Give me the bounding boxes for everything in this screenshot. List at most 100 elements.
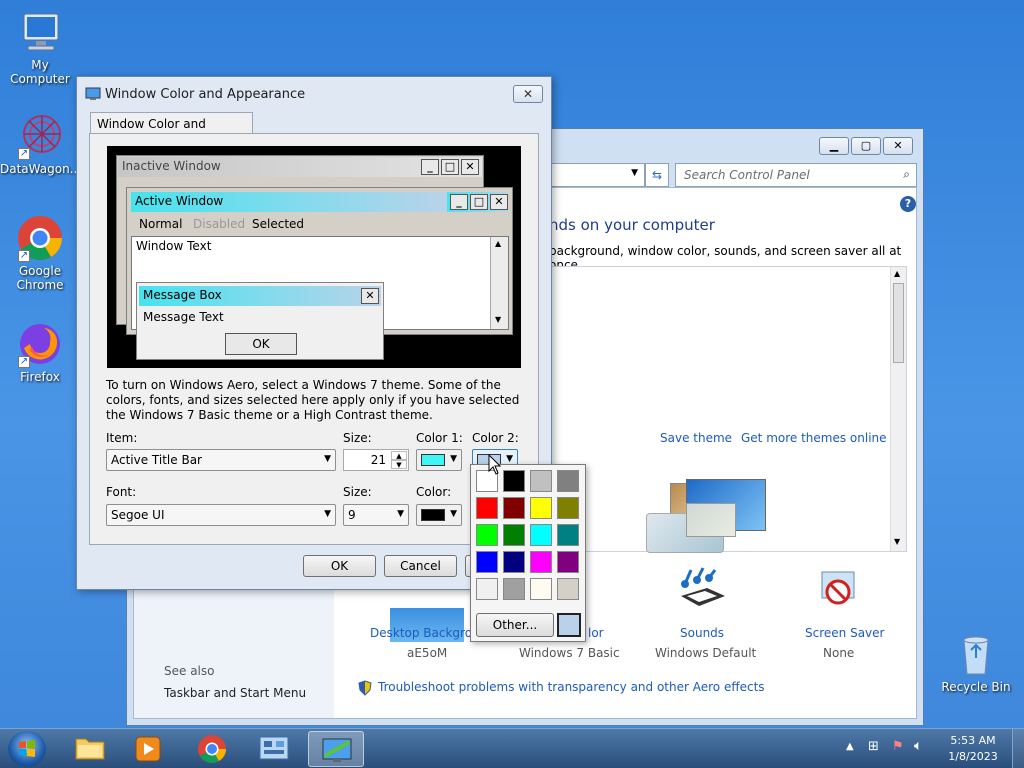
chevron-down-icon: ▼ — [631, 168, 638, 178]
color-swatch[interactable] — [530, 551, 552, 573]
address-bar[interactable]: ▼ — [551, 163, 645, 187]
item-size-spinner[interactable]: 21 ▲ ▼ — [343, 449, 409, 471]
search-input[interactable]: Search Control Panel ⌕ — [675, 163, 917, 187]
color-swatch[interactable] — [503, 470, 525, 492]
current-color-swatch — [557, 613, 581, 637]
color1-button[interactable]: ▼ — [416, 449, 462, 471]
datawagon-icon: ↗ — [16, 112, 64, 160]
minimize-icon: _ — [421, 159, 439, 175]
close-icon: ✕ — [461, 159, 479, 175]
font-size-select[interactable]: 9 ▼ — [343, 504, 409, 526]
window-color-link[interactable]: lor — [588, 626, 604, 640]
tab-window-color-appearance[interactable]: Window Color and Appearance — [90, 112, 253, 145]
desktop-icon-label: Firefox — [20, 370, 60, 384]
refresh-button[interactable]: ⇆ — [645, 163, 669, 187]
desktop-icon-label: Recycle Bin — [941, 680, 1011, 694]
item-select[interactable]: Active Title Bar ▼ — [106, 449, 336, 471]
taskbar-media-player[interactable] — [120, 731, 176, 767]
font-color-button[interactable]: ▼ — [416, 504, 462, 526]
desktop-icon-firefox[interactable]: ↗ Firefox — [0, 320, 80, 384]
chrome-icon: ↗ — [16, 214, 64, 262]
desktop-background-value: aE5oM — [407, 646, 448, 660]
sounds-icon[interactable] — [677, 566, 727, 612]
item-select-value: Active Title Bar — [111, 453, 202, 467]
ok-button[interactable]: OK — [303, 555, 376, 577]
color-swatch[interactable] — [557, 470, 579, 492]
themes-list[interactable]: ▲ ▼ Save theme Get more themes online — [549, 266, 907, 553]
maximize-button[interactable]: ▢ — [851, 137, 881, 155]
screen-saver-icon[interactable] — [818, 568, 858, 610]
taskbar-window-color[interactable] — [308, 731, 364, 767]
color-swatch[interactable] — [530, 578, 552, 600]
theme-thumbnail[interactable] — [686, 503, 736, 537]
chevron-down-icon: ▼ — [397, 509, 404, 519]
font-select[interactable]: Segoe UI ▼ — [106, 504, 336, 526]
folder-icon — [75, 738, 105, 760]
shield-icon — [358, 680, 372, 696]
themes-scrollbar[interactable]: ▲ ▼ — [890, 267, 906, 551]
search-icon: ⌕ — [903, 167, 910, 181]
close-button[interactable]: ✕ — [883, 137, 913, 155]
show-hidden-icons-icon[interactable]: ▲ — [846, 741, 854, 752]
clock-date[interactable]: 1/8/2023 — [946, 750, 1000, 763]
window-color-value: Windows 7 Basic — [519, 646, 620, 660]
desktop-icon-google-chrome[interactable]: ↗ Google Chrome — [0, 214, 80, 292]
color-swatch[interactable] — [503, 524, 525, 546]
color-swatch[interactable] — [557, 578, 579, 600]
close-button[interactable]: ✕ — [513, 85, 543, 103]
taskbar-control-panel[interactable] — [246, 731, 302, 767]
start-button[interactable] — [8, 731, 46, 767]
help-icon[interactable]: ? — [900, 196, 916, 212]
other-color-button[interactable]: Other... — [476, 613, 554, 637]
message-box-title-bar: Message Box — [139, 286, 381, 306]
font-size-value: 9 — [348, 508, 356, 522]
scroll-down-icon[interactable]: ▼ — [894, 537, 900, 546]
color-swatch[interactable] — [503, 551, 525, 573]
screen-saver-link[interactable]: Screen Saver — [805, 626, 884, 640]
color-swatch[interactable] — [476, 497, 498, 519]
spin-up-icon[interactable]: ▲ — [391, 451, 407, 460]
color-swatch[interactable] — [476, 578, 498, 600]
color-swatch[interactable] — [557, 497, 579, 519]
spin-down-icon[interactable]: ▼ — [391, 460, 407, 469]
desktop-icon-my-computer[interactable]: My Computer — [0, 8, 80, 86]
sounds-link[interactable]: Sounds — [680, 626, 724, 640]
color-swatch[interactable] — [503, 497, 525, 519]
scroll-up-icon[interactable]: ▲ — [894, 269, 900, 278]
network-icon[interactable]: ⊞ — [868, 739, 879, 754]
volume-icon[interactable]: 🔈︎ — [914, 738, 922, 754]
chrome-icon — [198, 735, 226, 763]
minimize-button[interactable]: ▁ — [819, 137, 849, 155]
color-palette-popup[interactable]: Other... — [470, 464, 586, 642]
message-box-text: Message Text — [143, 310, 224, 324]
color-swatch[interactable] — [530, 497, 552, 519]
chevron-down-icon: ▼ — [506, 454, 513, 464]
color-swatch[interactable] — [503, 578, 525, 600]
scroll-thumb[interactable] — [893, 283, 904, 363]
desktop-icon-recycle-bin[interactable]: Recycle Bin — [936, 630, 1016, 694]
windows-logo-icon — [19, 740, 35, 757]
action-center-icon[interactable]: ⚑ — [892, 739, 904, 754]
item-size-label: Size: — [343, 431, 372, 445]
save-theme-link[interactable]: Save theme — [660, 431, 732, 445]
color-swatch[interactable] — [530, 524, 552, 546]
font-color-label: Color: — [416, 485, 452, 499]
cancel-button[interactable]: Cancel — [384, 555, 457, 577]
troubleshoot-link[interactable]: Troubleshoot problems with transparency … — [378, 680, 765, 694]
color-swatch[interactable] — [530, 470, 552, 492]
dialog-title: Window Color and Appearance — [105, 87, 306, 102]
taskbar-explorer[interactable] — [62, 731, 118, 767]
color-swatch[interactable] — [476, 524, 498, 546]
font-label: Font: — [106, 485, 137, 499]
desktop-icon-datawagon[interactable]: ↗ DataWagon... — [0, 112, 81, 176]
clock-time[interactable]: 5:53 AM — [950, 734, 996, 747]
color-swatch[interactable] — [557, 551, 579, 573]
taskbar-start-menu-link[interactable]: Taskbar and Start Menu — [164, 686, 306, 700]
color-swatch[interactable] — [476, 551, 498, 573]
get-more-themes-link[interactable]: Get more themes online — [741, 431, 887, 445]
preview-menu-disabled: Disabled — [193, 217, 246, 231]
taskbar-chrome[interactable] — [184, 731, 240, 767]
minimize-icon: _ — [450, 194, 468, 210]
color-swatch[interactable] — [557, 524, 579, 546]
show-desktop-button[interactable] — [1012, 729, 1024, 768]
